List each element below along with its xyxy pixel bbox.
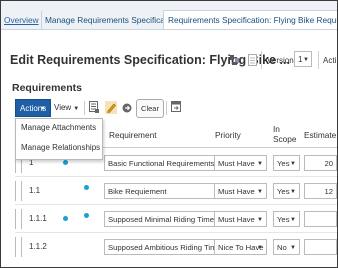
column-header-priority[interactable]: Priority (215, 130, 241, 140)
version-select[interactable]: 1 ▼ (294, 51, 312, 67)
detach-icon[interactable] (171, 101, 182, 113)
in-scope-select[interactable]: Yes ▼ (273, 183, 300, 199)
in-scope-value: Yes (277, 187, 290, 196)
chevron-down-icon: ▼ (257, 245, 263, 251)
header-divider (261, 51, 262, 69)
indicator-dot-icon (63, 216, 68, 221)
in-scope-value: Yes (277, 215, 290, 224)
compare-icon[interactable] (230, 55, 240, 66)
tab-manage-label: Manage Requirements Specifications (45, 15, 183, 25)
table-row[interactable]: 1.1 Bike Requiement Must Have ▼ Yes ▼ 12 (15, 177, 337, 205)
priority-select[interactable]: Must Have ▼ (214, 183, 267, 199)
in-scope-value: Yes (277, 159, 290, 168)
chevron-down-icon: ▼ (290, 245, 296, 251)
tab-overview[interactable]: Overview (4, 11, 39, 29)
toolbar-divider (84, 101, 85, 115)
view-menu-label: View (54, 103, 72, 112)
menu-item-manage-relationships[interactable]: Manage Relationships (21, 143, 100, 152)
app-window: Overview Manage Requirements Specificati… (0, 0, 338, 268)
priority-value: Must Have (218, 187, 255, 196)
estimate-field[interactable] (304, 211, 337, 227)
requirement-field[interactable]: Bike Requiement (104, 183, 222, 199)
chevron-down-icon: ▼ (290, 161, 296, 167)
priority-value: Must Have (218, 159, 255, 168)
column-header-in-scope-line2[interactable]: Scope (273, 134, 297, 144)
actions-menu: Manage Attachments Manage Relationships (15, 118, 103, 160)
go-arrow-icon[interactable] (122, 103, 132, 113)
requirement-field[interactable]: Basic Functional Requirements (104, 155, 222, 171)
priority-value: Must Have (218, 215, 255, 224)
in-scope-select[interactable]: Yes ▼ (273, 211, 300, 227)
column-header-requirement[interactable]: Requirement (109, 130, 157, 140)
chevron-down-icon: ▼ (257, 161, 263, 167)
row-number: 1.1.1 (29, 214, 47, 223)
priority-select[interactable]: Must Have ▼ (214, 155, 267, 171)
indicator-dot-icon (84, 213, 89, 218)
row-drag-handle[interactable] (15, 237, 22, 257)
view-menu-button[interactable]: View ▼ (54, 99, 79, 118)
menu-item-manage-attachments[interactable]: Manage Attachments (21, 123, 96, 132)
tab-requirements-specification[interactable]: Requirements Specification: Flying Bike … (163, 10, 337, 29)
actions-button[interactable]: Actions ▼ (15, 99, 51, 117)
column-header-estimate[interactable]: Estimate (304, 130, 336, 140)
chevron-down-icon: ▼ (257, 189, 263, 195)
version-label: Version (267, 56, 294, 65)
table-row[interactable]: 1.1.2 Supposed Ambitious Riding Time: Ni… (15, 233, 337, 261)
priority-select[interactable]: Must Have ▼ (214, 211, 267, 227)
column-settings-icon[interactable] (89, 101, 100, 114)
header-actions-link[interactable]: Acti (323, 56, 336, 65)
in-scope-select[interactable]: No ▼ (273, 239, 300, 255)
edit-pencil-icon[interactable] (105, 101, 117, 114)
table-row[interactable]: 1.1.1 Supposed Minimal Riding Time: Must… (15, 205, 337, 233)
in-scope-value: No (277, 243, 287, 252)
chevron-down-icon: ▼ (257, 217, 263, 223)
estimate-field[interactable]: 20 (304, 155, 337, 171)
row-drag-handle[interactable] (15, 181, 22, 201)
requirement-field[interactable]: Supposed Ambitious Riding Time: (104, 239, 222, 255)
indicator-dot-icon (84, 185, 89, 190)
requirement-field[interactable]: Supposed Minimal Riding Time: (104, 211, 222, 227)
estimate-field[interactable]: 12 (304, 183, 337, 199)
version-value: 1 (298, 55, 303, 64)
chevron-down-icon: ▼ (290, 189, 296, 195)
clear-button[interactable]: Clear (136, 99, 164, 118)
indicator-dot-icon (63, 160, 68, 165)
chevron-down-icon: ▼ (73, 106, 80, 112)
row-number: 1.1 (29, 186, 41, 195)
chevron-down-icon: ▼ (290, 217, 296, 223)
chevron-down-icon: ▼ (303, 57, 309, 63)
document-icon[interactable] (248, 54, 257, 66)
in-scope-select[interactable]: Yes ▼ (273, 155, 300, 171)
tab-bar: Overview Manage Requirements Specificati… (1, 1, 337, 30)
row-drag-handle[interactable] (15, 209, 22, 229)
row-number: 1.1.2 (29, 242, 47, 251)
priority-select[interactable]: Nice To Have ▼ (214, 239, 267, 255)
chevron-down-icon: ▼ (40, 106, 46, 112)
estimate-field[interactable] (304, 239, 337, 255)
column-header-in-scope-line1[interactable]: In (273, 124, 280, 134)
header-divider (318, 51, 319, 69)
toolbar-divider (166, 101, 167, 115)
section-title: Requirements (12, 82, 83, 94)
